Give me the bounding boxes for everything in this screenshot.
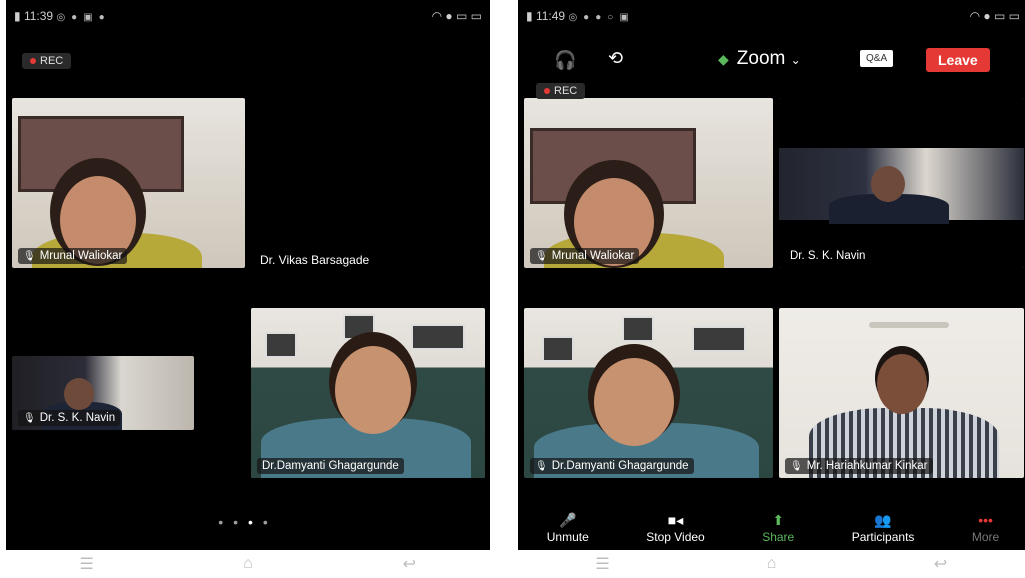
left-phone-screen: ▮ 11:39 ◎ ● ▣ ● ◠ ● ▭ ▭ REC 🎙 Mrunal Walioka…	[6, 0, 490, 550]
home-icon[interactable]: ⌂	[228, 555, 268, 573]
back-icon[interactable]: ↩	[389, 554, 429, 574]
shield-icon: ◆	[718, 51, 729, 67]
switch-camera-icon[interactable]: ⟲	[608, 48, 623, 69]
more-icon: •••	[978, 512, 993, 528]
participants-button[interactable]: 👥 Participants	[852, 512, 915, 550]
mic-off-icon: 🎤	[559, 512, 577, 528]
menu-icon[interactable]: ☰	[67, 554, 107, 574]
unmute-button[interactable]: 🎤 Unmute	[547, 512, 589, 550]
video-icon: ■◂	[667, 512, 684, 528]
video-tile[interactable]: 🎙 Dr. S. K. Navin	[12, 356, 194, 430]
status-bar: ▮ 11:49 ◎ ● ● ○ ▣ ◠ ● ▭ ▭	[526, 9, 1020, 23]
share-button[interactable]: ⬆ Share	[762, 512, 794, 550]
qa-button[interactable]: Q&A	[860, 50, 894, 67]
mic-icon: 🎙	[535, 461, 548, 472]
meeting-title[interactable]: ◆ Zoom ⌄	[718, 48, 801, 70]
mic-icon: 🎙	[535, 251, 548, 262]
share-icon: ⬆	[772, 512, 785, 528]
participant-name: 🎙 Mrunal Waliokar	[18, 248, 128, 264]
meeting-toolbar: 🎤 Unmute ■◂ Stop Video ⬆ Share 👥 Participant…	[518, 512, 1025, 550]
participant-name: 🎙 Dr. S. K. Navin	[18, 410, 121, 426]
battery-icon: ◠ ● ▭ ▭	[431, 9, 482, 23]
system-nav-bar: ☰ ⌂ ↩	[518, 550, 1025, 578]
stop-video-button[interactable]: ■◂ Stop Video	[646, 512, 705, 550]
mic-icon: 🎙	[23, 413, 36, 424]
status-bar: ▮ 11:39 ◎ ● ▣ ● ◠ ● ▭ ▭	[14, 9, 482, 23]
video-tile-active-speaker[interactable]: Dr. S. K. Navin	[779, 98, 1024, 268]
participant-name: 🎙 Mrunal Waliokar	[530, 248, 640, 264]
page-indicator[interactable]: ••••	[6, 514, 490, 530]
status-time: 11:49	[535, 9, 566, 23]
leave-button[interactable]: Leave	[926, 48, 990, 72]
video-tile[interactable]: 🎙 Mrunal Waliokar	[524, 98, 773, 268]
participant-name: Dr. S. K. Navin	[790, 250, 866, 262]
video-tile-active-speaker[interactable]: Dr.Damyanti Ghagargunde	[251, 308, 485, 478]
participant-name: Dr. Vikas Barsagade	[260, 253, 370, 267]
mic-icon: 🎙	[790, 461, 803, 472]
mic-icon: 🎙	[23, 251, 36, 262]
video-tile[interactable]: 🎙 Dr.Damyanti Ghagargunde	[524, 308, 773, 478]
chevron-down-icon: ⌄	[790, 53, 801, 67]
right-phone-screen: ▮ 11:49 ◎ ● ● ○ ▣ ◠ ● ▭ ▭ 🎧 ⟲ ◆ Zoom ⌄ Q&A Le…	[518, 0, 1025, 550]
participant-name: 🎙 Mr. Hariahkumar Kinkar	[785, 458, 933, 474]
back-icon[interactable]: ↩	[921, 554, 961, 574]
home-icon[interactable]: ⌂	[752, 555, 792, 573]
signal-icon: ▮	[526, 9, 533, 23]
signal-icon: ▮	[14, 9, 21, 23]
participant-name: 🎙 Dr.Damyanti Ghagargunde	[530, 458, 694, 474]
speaker-icon[interactable]: 🎧	[554, 50, 576, 71]
menu-icon[interactable]: ☰	[583, 554, 623, 574]
rec-indicator: REC	[22, 53, 72, 69]
participants-icon: 👥	[874, 512, 892, 528]
battery-icon: ◠ ● ▭ ▭	[969, 9, 1020, 23]
participant-name: Dr.Damyanti Ghagargunde	[257, 458, 404, 474]
status-time: 11:39	[23, 9, 54, 23]
video-tile[interactable]: 🎙 Mr. Hariahkumar Kinkar	[779, 308, 1024, 478]
more-button[interactable]: ••• More	[972, 512, 999, 550]
rec-indicator: REC	[536, 83, 586, 99]
video-tile[interactable]: 🎙 Mrunal Waliokar	[12, 98, 245, 268]
system-nav-bar: ☰ ⌂ ↩	[6, 550, 490, 578]
